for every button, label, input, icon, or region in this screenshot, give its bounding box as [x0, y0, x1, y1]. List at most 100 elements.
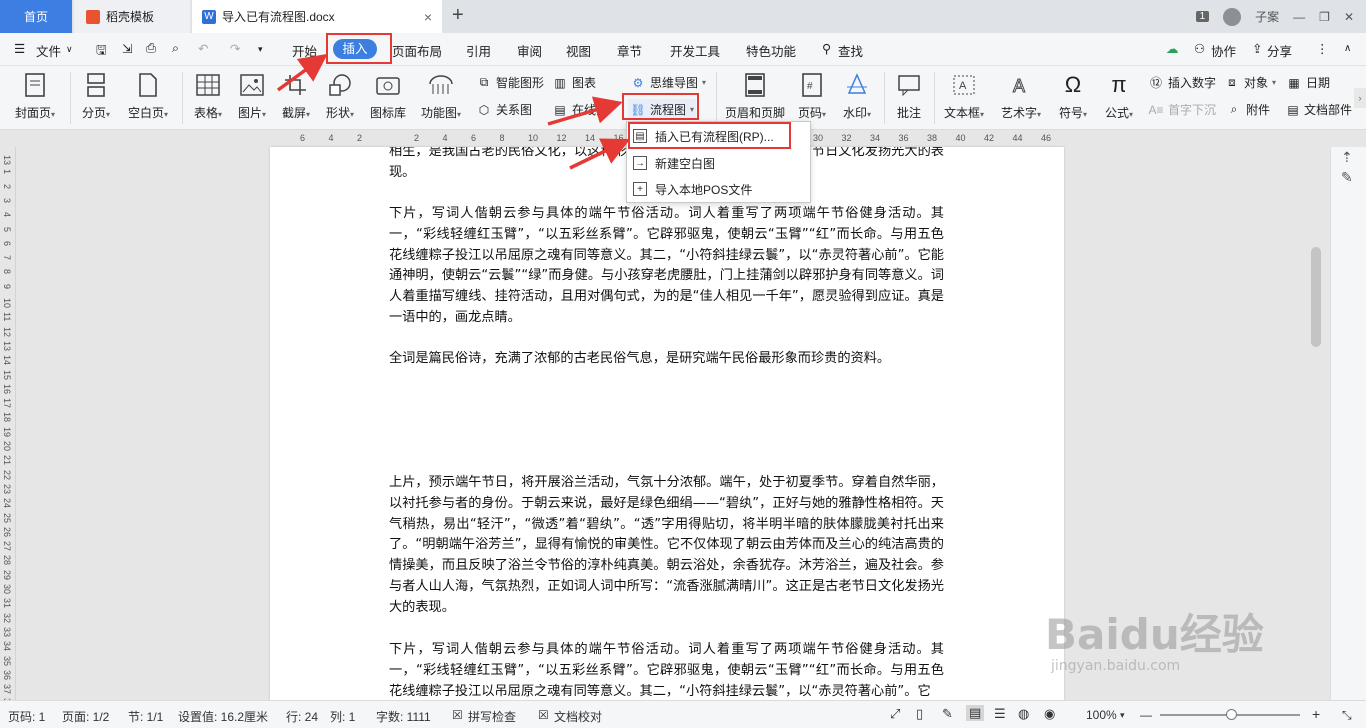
- doc-part-button[interactable]: ▤ 文档部件: [1286, 101, 1352, 118]
- window-count-badge[interactable]: 1: [1195, 11, 1210, 22]
- redo-icon[interactable]: ↷: [230, 41, 240, 56]
- menu-collaborate[interactable]: 协作: [1211, 41, 1236, 60]
- tab-template[interactable]: 稻壳模板: [74, 0, 190, 33]
- status-word-count[interactable]: 字数: 1111: [376, 708, 431, 725]
- date-button[interactable]: ▦ 日期: [1286, 74, 1330, 91]
- hamburger-icon[interactable]: ☰: [14, 41, 25, 56]
- tab-home[interactable]: 首页: [0, 0, 72, 33]
- menu-start[interactable]: 开始: [292, 41, 317, 60]
- relation-button[interactable]: ⬡ 关系图: [476, 101, 532, 118]
- print-preview-icon[interactable]: ⌕: [172, 41, 179, 56]
- status-section[interactable]: 节: 1/1: [128, 708, 163, 725]
- menu-chapter[interactable]: 章节: [617, 41, 642, 60]
- import-pos-file-item[interactable]: + 导入本地POS文件: [633, 178, 805, 200]
- more-icon[interactable]: ⋮: [1316, 41, 1329, 56]
- eye-protect-icon[interactable]: ◉: [1044, 706, 1055, 722]
- insert-number-button[interactable]: ⑫ 插入数字: [1148, 74, 1216, 91]
- share-icon[interactable]: ⇪: [1252, 41, 1262, 56]
- paragraph[interactable]: 全词是篇民俗诗，充满了浓郁的古老民俗气息，是研究端午民俗最形象而珍贵的资料。: [389, 349, 944, 370]
- avatar[interactable]: [1223, 7, 1242, 26]
- select-icon[interactable]: ⇡: [1341, 149, 1353, 166]
- save-icon[interactable]: 🖫: [96, 41, 107, 62]
- comment-button[interactable]: 批注: [890, 66, 928, 121]
- attachment-button[interactable]: ⌕ 附件: [1226, 101, 1270, 118]
- document-page[interactable]: 相生，是我国古老的民俗文化，以这种形式得以保存和发扬，这正是古老节日文化发扬光大…: [270, 147, 1064, 700]
- status-proofread[interactable]: 文档校对: [554, 708, 602, 725]
- blank-page-button[interactable]: 空白页▾: [124, 66, 172, 121]
- menu-search[interactable]: 查找: [838, 41, 863, 60]
- chart-button[interactable]: ▥ 图表: [552, 74, 596, 91]
- menu-share[interactable]: 分享: [1267, 41, 1292, 60]
- user-name[interactable]: 子案: [1255, 8, 1279, 25]
- undo-icon[interactable]: ↶: [198, 41, 208, 56]
- screenshot-button[interactable]: 截屏▾: [278, 66, 314, 121]
- menu-developer[interactable]: 开发工具: [670, 41, 720, 60]
- collab-icon[interactable]: ⚇: [1194, 41, 1205, 56]
- function-chart-button[interactable]: 功能图▾: [416, 66, 466, 121]
- zoom-in-button[interactable]: +: [1312, 706, 1320, 722]
- page-break-button[interactable]: 分页▾: [78, 66, 114, 121]
- read-mode-icon[interactable]: ▯: [916, 706, 923, 722]
- header-footer-button[interactable]: 页眉和页脚: [722, 66, 788, 121]
- fit-icon[interactable]: ⤡: [1342, 708, 1352, 723]
- collapse-ribbon-icon[interactable]: ∧: [1344, 43, 1351, 54]
- tab-document[interactable]: W 导入已有流程图.docx ×: [192, 0, 442, 33]
- mindmap-button[interactable]: ⚙ 思维导图 ▾: [630, 74, 706, 91]
- zoom-level[interactable]: 100%: [1086, 708, 1117, 722]
- symbol-button[interactable]: Ω 符号▾: [1054, 66, 1092, 121]
- page-number-button[interactable]: # 页码▾: [794, 66, 830, 121]
- print-icon[interactable]: ⎙: [146, 41, 156, 56]
- close-window-button[interactable]: ✕: [1344, 10, 1354, 24]
- cover-page-button[interactable]: 封面页▾: [10, 66, 60, 121]
- zoom-dropdown-icon[interactable]: ▾: [1120, 710, 1125, 721]
- status-page[interactable]: 页码: 1: [8, 708, 45, 725]
- watermark-button[interactable]: 水印▾: [838, 66, 876, 121]
- search-icon[interactable]: ⚲: [822, 41, 831, 56]
- web-view-icon[interactable]: ◍: [1018, 706, 1029, 722]
- table-button[interactable]: 表格▾: [190, 66, 226, 121]
- menu-page-layout[interactable]: 页面布局: [392, 41, 442, 60]
- art-text-button[interactable]: A 艺术字▾: [996, 66, 1046, 121]
- smartart-button[interactable]: ⧉ 智能图形: [476, 74, 544, 91]
- status-setting[interactable]: 设置值: 16.2厘米: [178, 708, 268, 725]
- status-pages[interactable]: 页面: 1/2: [62, 708, 109, 725]
- icon-library-button[interactable]: 图标库: [366, 66, 410, 121]
- ribbon-scroll-right-icon[interactable]: ›: [1354, 88, 1366, 108]
- status-col[interactable]: 列: 1: [330, 708, 355, 725]
- picture-button[interactable]: 图片▾: [234, 66, 270, 121]
- edit-mode-icon[interactable]: ✎: [942, 706, 953, 722]
- new-blank-chart-item[interactable]: → 新建空白图: [633, 152, 805, 174]
- fullscreen-icon[interactable]: ⤢: [890, 706, 900, 722]
- close-tab-icon[interactable]: ×: [424, 9, 432, 25]
- chevron-down-icon[interactable]: ∨: [66, 44, 73, 55]
- outline-view-icon[interactable]: ☰: [994, 706, 1006, 722]
- status-row[interactable]: 行: 24: [286, 708, 318, 725]
- menu-special[interactable]: 特色功能: [746, 41, 796, 60]
- vertical-scrollbar[interactable]: [1308, 147, 1324, 700]
- restore-button[interactable]: ❐: [1319, 10, 1330, 24]
- zoom-out-button[interactable]: —: [1140, 708, 1152, 722]
- textbox-button[interactable]: A 文本框▾: [940, 66, 988, 121]
- paragraph[interactable]: 下片，写词人偕朝云参与具体的端午节俗活动。词人着重写了两项端午节俗健身活动。其一…: [389, 640, 944, 700]
- menu-view[interactable]: 视图: [566, 41, 591, 60]
- online-chart-button[interactable]: ▤ 在线图: [552, 101, 608, 118]
- object-button[interactable]: ⧈ 对象 ▾: [1224, 74, 1276, 91]
- scrollbar-thumb[interactable]: [1311, 247, 1321, 347]
- menu-reference[interactable]: 引用: [466, 41, 491, 60]
- zoom-slider-thumb[interactable]: [1226, 709, 1237, 720]
- paragraph[interactable]: 上片，预示端午节日，将开展浴兰活动，气氛十分浓郁。端午，处于初夏季节。穿着自然华…: [389, 473, 944, 619]
- pen-icon[interactable]: ✎: [1341, 169, 1353, 186]
- paragraph[interactable]: 下片，写词人偕朝云参与具体的端午节俗活动。词人着重写了两项端午节俗健身活动。其一…: [389, 204, 944, 329]
- menu-file[interactable]: 文件: [36, 41, 61, 60]
- cloud-sync-icon[interactable]: ☁: [1166, 41, 1179, 56]
- new-tab-button[interactable]: +: [452, 4, 464, 27]
- status-spellcheck[interactable]: 拼写检查: [468, 708, 516, 725]
- quick-access-more-icon[interactable]: ▾: [258, 44, 263, 55]
- formula-button[interactable]: π 公式▾: [1100, 66, 1138, 121]
- drop-cap-button[interactable]: A≡ 首字下沉: [1148, 101, 1216, 118]
- minimize-button[interactable]: —: [1293, 10, 1305, 24]
- export-icon[interactable]: ⇲: [122, 41, 132, 56]
- menu-review[interactable]: 审阅: [517, 41, 542, 60]
- page-view-icon[interactable]: ▤: [966, 705, 985, 721]
- vertical-ruler[interactable]: 13 1 2 3 4 5 6 7 8 9 10 11 12 13 14 15 16 17 18 19 20 21 22 23 2…: [0, 147, 16, 708]
